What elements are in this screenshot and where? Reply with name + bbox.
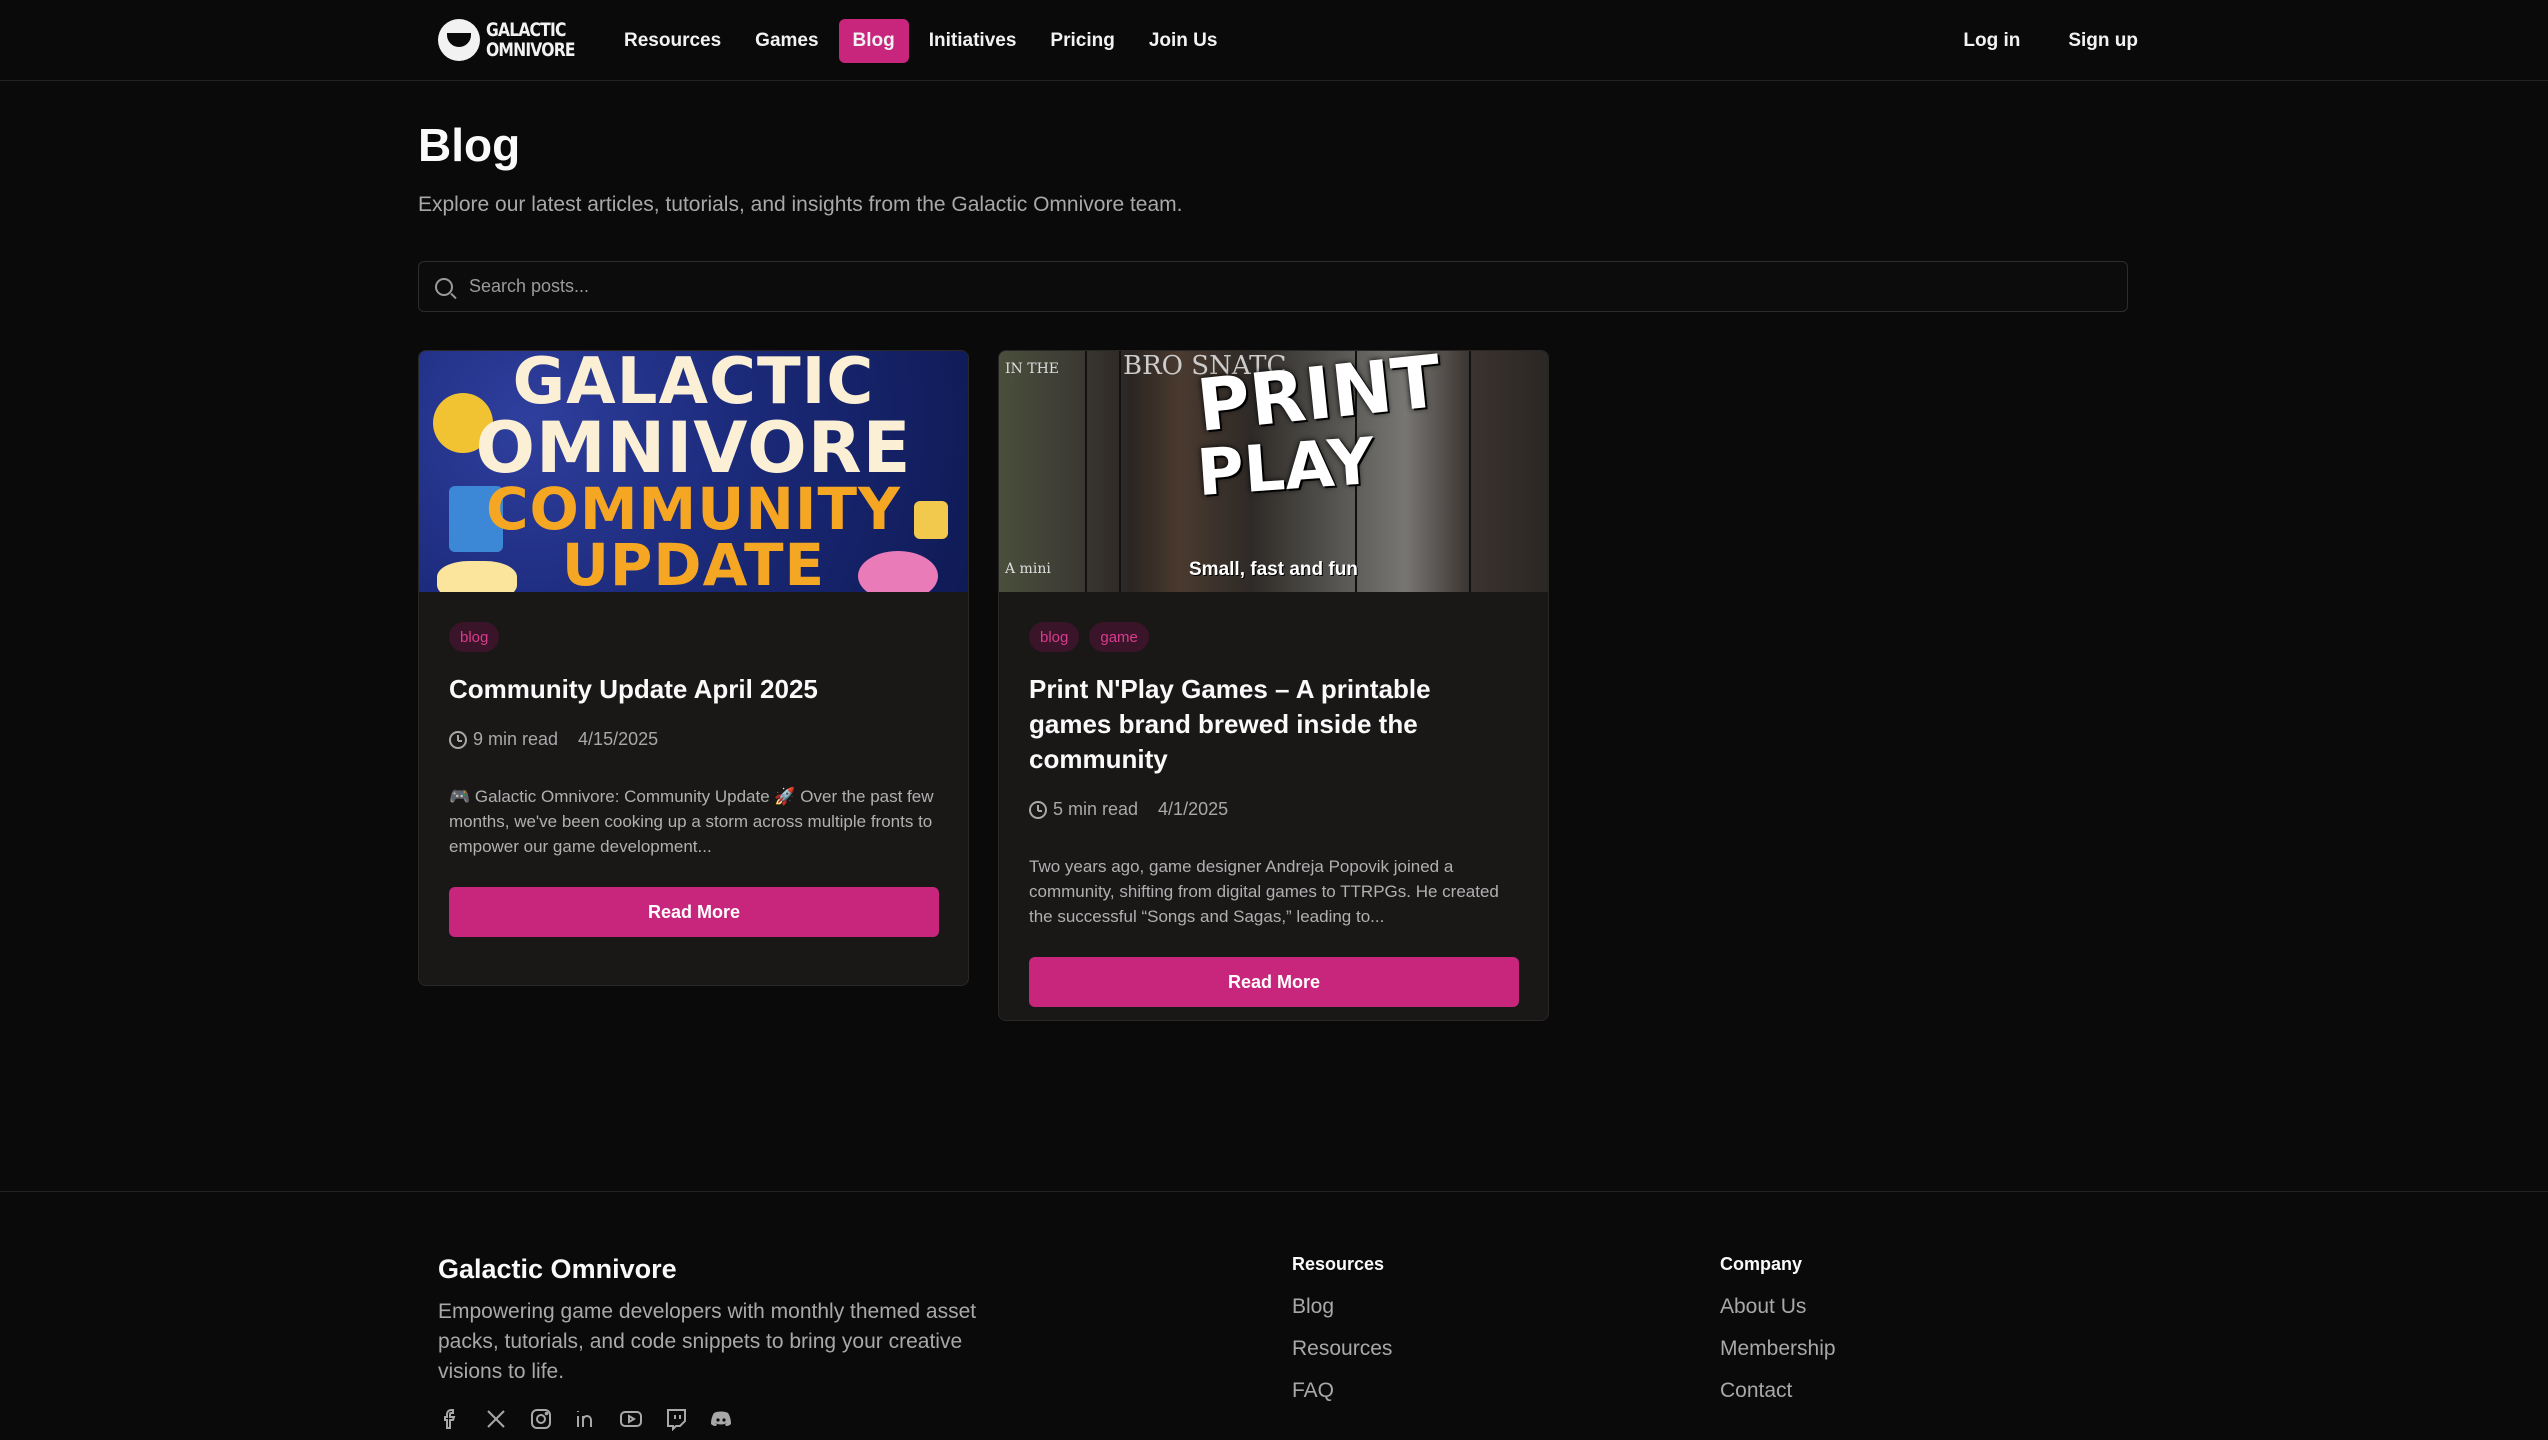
cover-text: IN THE (1005, 361, 1059, 377)
read-time: 9 min read (473, 729, 559, 749)
signup-button[interactable]: Sign up (2054, 19, 2152, 63)
post-cover-image[interactable]: IN THE BRO SNATC A mini PRINT PLAY Small… (999, 351, 1548, 592)
print-play-logo: PRINT PLAY (1193, 351, 1445, 521)
nav-item-blog[interactable]: Blog (838, 19, 909, 63)
footer-link-about-us[interactable]: About Us (1720, 1295, 1836, 1319)
instagram-icon[interactable] (528, 1406, 554, 1432)
post-tags: blog (449, 622, 938, 652)
x-icon[interactable] (483, 1406, 509, 1432)
nav-item-games[interactable]: Games (741, 19, 832, 63)
cover-text: UPDATE (561, 531, 826, 592)
footer-brand: Galactic Omnivore (438, 1254, 677, 1284)
panel-divider (1119, 351, 1121, 592)
read-time: 5 min read (1053, 799, 1139, 819)
logo[interactable]: GALACTIC OMNIVORE (438, 16, 576, 64)
clock-icon (449, 730, 467, 749)
discord-icon[interactable] (708, 1406, 734, 1432)
site-footer: Galactic Omnivore Empowering game develo… (0, 1191, 2548, 1440)
post-tags: blog game (1029, 622, 1518, 652)
tag-badge[interactable]: blog (1029, 622, 1080, 652)
facebook-icon[interactable] (438, 1406, 464, 1432)
nav-item-initiatives[interactable]: Initiatives (915, 19, 1031, 63)
post-card[interactable]: GALACTIC OMNIVORE COMMUNITY UPDATE blog … (418, 350, 969, 986)
linkedin-icon[interactable] (573, 1406, 599, 1432)
twitch-icon[interactable] (663, 1406, 689, 1432)
nav-item-pricing[interactable]: Pricing (1036, 19, 1128, 63)
post-meta: 5 min read 4/1/2025 (1029, 799, 1518, 820)
social-links (438, 1406, 734, 1432)
post-card-body: blog game Print N'Play Games – A printab… (999, 622, 1548, 1007)
page-subtitle: Explore our latest articles, tutorials, … (418, 193, 1183, 216)
panel-divider (1085, 351, 1087, 592)
footer-column-title: Company (1720, 1254, 1803, 1274)
post-title[interactable]: Print N'Play Games – A printable games b… (1029, 672, 1518, 777)
youtube-icon[interactable] (618, 1406, 644, 1432)
cover-text: PLAY (1194, 424, 1377, 512)
footer-link-blog[interactable]: Blog (1292, 1295, 1392, 1319)
clock-icon (1029, 800, 1047, 819)
footer-link-contact[interactable]: Contact (1720, 1379, 1836, 1403)
nav-item-join-us[interactable]: Join Us (1135, 19, 1232, 63)
post-meta: 9 min read 4/15/2025 (449, 729, 938, 750)
post-excerpt: 🎮 Galactic Omnivore: Community Update 🚀 … (449, 787, 934, 856)
tag-badge[interactable]: game (1089, 622, 1149, 652)
search-input[interactable] (469, 276, 2069, 297)
post-card[interactable]: IN THE BRO SNATC A mini PRINT PLAY Small… (998, 350, 1549, 1021)
page-title: Blog (418, 119, 521, 171)
tag-badge[interactable]: blog (449, 622, 500, 652)
footer-link-resources[interactable]: Resources (1292, 1337, 1392, 1361)
cover-text: A mini (1005, 561, 1051, 577)
footer-link-faq[interactable]: FAQ (1292, 1379, 1392, 1403)
login-button[interactable]: Log in (1949, 19, 2034, 63)
post-card-body: blog Community Update April 2025 9 min r… (419, 622, 968, 937)
search-bar (418, 261, 2128, 312)
post-excerpt: Two years ago, game designer Andreja Pop… (1029, 857, 1499, 926)
footer-column-title: Resources (1292, 1254, 1385, 1274)
read-more-button[interactable]: Read More (449, 887, 939, 937)
footer-link-membership[interactable]: Membership (1720, 1337, 1836, 1361)
post-date: 4/15/2025 (578, 729, 659, 749)
post-title[interactable]: Community Update April 2025 (449, 672, 938, 707)
footer-description: Empowering game developers with monthly … (438, 1300, 977, 1383)
logo-skull-icon (438, 19, 480, 61)
read-more-button[interactable]: Read More (1029, 957, 1519, 1007)
post-date: 4/1/2025 (1158, 799, 1229, 819)
logo-text: GALACTIC OMNIVORE (486, 19, 576, 61)
site-header: GALACTIC OMNIVORE Resources Games Blog I… (0, 0, 2548, 81)
auth-links: Log in Sign up (1949, 19, 2152, 63)
panel-divider (1469, 351, 1471, 592)
main-nav: Resources Games Blog Initiatives Pricing… (610, 19, 1231, 63)
post-cover-image[interactable]: GALACTIC OMNIVORE COMMUNITY UPDATE (419, 351, 968, 592)
footer-column-company: Company About Us Membership Contact (1720, 1254, 1836, 1403)
nav-item-resources[interactable]: Resources (610, 19, 735, 63)
cover-tagline: Small, fast and fun (1189, 559, 1358, 580)
search-icon (435, 277, 453, 296)
footer-column-resources: Resources Blog Resources FAQ (1292, 1254, 1392, 1403)
